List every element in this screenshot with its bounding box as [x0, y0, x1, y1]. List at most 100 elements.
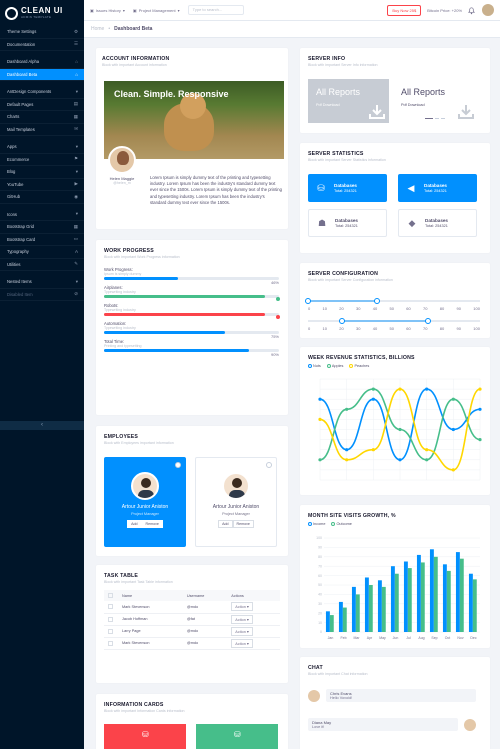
slider-handle[interactable]	[339, 318, 346, 324]
buy-now-button[interactable]: Buy Now 25$	[387, 4, 422, 16]
logo[interactable]: CLEAN UI ADMIN TEMPLATE	[0, 0, 84, 26]
add-button[interactable]: Add	[127, 520, 142, 528]
sidebar-item[interactable]: AntDesign Components ▾	[0, 86, 84, 99]
remove-button[interactable]: Remove	[141, 520, 163, 528]
bar-income[interactable]	[455, 552, 460, 632]
legend-item[interactable]: Outcome	[331, 522, 352, 526]
collapse-sidebar-button[interactable]: ‹	[0, 421, 84, 430]
carousel-dots[interactable]	[425, 117, 445, 119]
bar-outcome[interactable]	[394, 573, 399, 632]
bar-income[interactable]	[364, 577, 369, 632]
action-dropdown[interactable]: Action ▾	[231, 602, 253, 612]
sidebar-item[interactable]: GitHub ◉	[0, 191, 84, 204]
data-point[interactable]	[371, 448, 375, 452]
slider-handle[interactable]	[373, 298, 380, 304]
sidebar-item[interactable]: YouTube ▶	[0, 179, 84, 191]
select-all-checkbox[interactable]	[104, 590, 118, 601]
sidebar-item[interactable]: Apps ▾	[0, 141, 84, 154]
data-point[interactable]	[318, 417, 322, 421]
bar-outcome[interactable]	[342, 607, 347, 632]
data-point[interactable]	[398, 427, 402, 432]
table-row[interactable]: Mark Stevenson @mdo Action ▾	[104, 601, 280, 614]
data-point[interactable]	[425, 448, 429, 452]
row-checkbox[interactable]	[104, 637, 118, 650]
column-header[interactable]: Username	[182, 590, 228, 601]
stat-tile[interactable]: ◀ Databases Total: 254321	[398, 174, 477, 202]
data-point[interactable]	[345, 458, 349, 462]
column-header[interactable]: Name	[118, 590, 183, 601]
legend-item[interactable]: Apples	[326, 364, 343, 368]
bar-outcome[interactable]	[329, 615, 334, 632]
issues-history-menu[interactable]: ▣ Issues History ▾	[90, 8, 125, 13]
project-management-menu[interactable]: ▣ Project Management ▾	[133, 8, 180, 13]
data-point[interactable]	[318, 397, 322, 401]
remove-button[interactable]: Remove	[232, 520, 254, 528]
select-checkbox[interactable]	[175, 462, 181, 468]
bar-outcome[interactable]	[472, 579, 477, 632]
sidebar-item[interactable]: Default Pages ▤	[0, 99, 84, 111]
sidebar-item[interactable]: Charts ▦	[0, 111, 84, 124]
sidebar-item[interactable]: Typography A	[0, 246, 84, 259]
sidebar-item[interactable]: Nested Items ▾	[0, 276, 84, 289]
sidebar-item[interactable]: Utilities ✎	[0, 259, 84, 271]
sidebar-item[interactable]: Dashboard Alpha ⌂	[0, 56, 84, 69]
slider-handle[interactable]	[305, 298, 311, 304]
info-card-green[interactable]: ⛁	[196, 724, 278, 749]
bar-income[interactable]	[429, 549, 434, 632]
bar-outcome[interactable]	[446, 570, 451, 632]
action-dropdown[interactable]: Action ▾	[231, 626, 253, 636]
sidebar-item[interactable]: Dashboard Beta ⌂	[0, 68, 84, 81]
sidebar-item[interactable]: Bootstrap Card ▭	[0, 234, 84, 246]
data-point[interactable]	[371, 387, 375, 391]
bar-income[interactable]	[442, 564, 447, 632]
data-point[interactable]	[478, 387, 482, 391]
data-point[interactable]	[478, 438, 482, 442]
legend-item[interactable]: Income	[308, 522, 325, 526]
range-slider[interactable]: 0 10 20 30 40 50 60 70 80 90 100	[308, 317, 480, 337]
data-point[interactable]	[345, 448, 349, 452]
data-point[interactable]	[398, 387, 402, 391]
bar-income[interactable]	[351, 586, 356, 632]
bar-outcome[interactable]	[368, 585, 373, 632]
row-checkbox[interactable]	[104, 601, 118, 614]
data-point[interactable]	[345, 407, 349, 411]
data-point[interactable]	[451, 427, 455, 432]
row-checkbox[interactable]	[104, 613, 118, 626]
range-slider[interactable]: 0 10 20 30 40 50 60 70 80 90 100	[305, 297, 480, 317]
action-dropdown[interactable]: Action ▾	[231, 638, 253, 648]
data-point[interactable]	[318, 458, 322, 462]
legend-item[interactable]: Peaches	[349, 364, 369, 368]
search-input[interactable]: Type to search...	[187, 5, 244, 15]
bar-income[interactable]	[390, 566, 395, 632]
stat-tile[interactable]: ⛁ Databases Total: 254321	[308, 174, 387, 202]
legend-item[interactable]: Nuts	[308, 364, 321, 368]
breadcrumb-home[interactable]: Home	[91, 26, 104, 32]
bar-income[interactable]	[325, 611, 330, 632]
data-point[interactable]	[451, 397, 455, 401]
table-row[interactable]: Jacob Hoffman @fat Action ▾	[104, 613, 280, 626]
bar-outcome[interactable]	[459, 558, 464, 632]
bar-outcome[interactable]	[420, 562, 425, 632]
bell-icon[interactable]	[467, 6, 476, 15]
all-reports-tile[interactable]: All Reports Pdf Download	[308, 79, 389, 123]
employee-card[interactable]: Artour Junior Aniston Project Manager Ad…	[104, 457, 186, 547]
stat-tile[interactable]: ☗ Databases Total: 254321	[308, 209, 387, 237]
data-point[interactable]	[398, 458, 402, 462]
data-point[interactable]	[451, 468, 455, 472]
sidebar-item[interactable]: Icons ▾	[0, 209, 84, 221]
sidebar-item[interactable]: Mail Templates ✉	[0, 124, 84, 136]
bar-outcome[interactable]	[407, 568, 412, 632]
select-checkbox[interactable]	[266, 462, 272, 468]
sidebar-item[interactable]: Ecommerce ⚑	[0, 154, 84, 166]
all-reports-tile[interactable]: All Reports Pdf Download	[393, 79, 478, 123]
data-point[interactable]	[425, 387, 429, 391]
action-dropdown[interactable]: Action ▾	[231, 614, 253, 624]
sidebar-item[interactable]: Documentation ☰	[0, 39, 84, 51]
employee-card[interactable]: Artour Junior Aniston Project Manager Ad…	[195, 457, 277, 547]
add-button[interactable]: Add	[218, 520, 233, 528]
data-point[interactable]	[478, 407, 482, 411]
user-avatar[interactable]	[482, 4, 494, 16]
stat-tile[interactable]: ◆ Databases Total: 254321	[398, 209, 477, 237]
sidebar-item[interactable]: Bootstrap Grid ▦	[0, 221, 84, 234]
bar-outcome[interactable]	[381, 586, 386, 632]
